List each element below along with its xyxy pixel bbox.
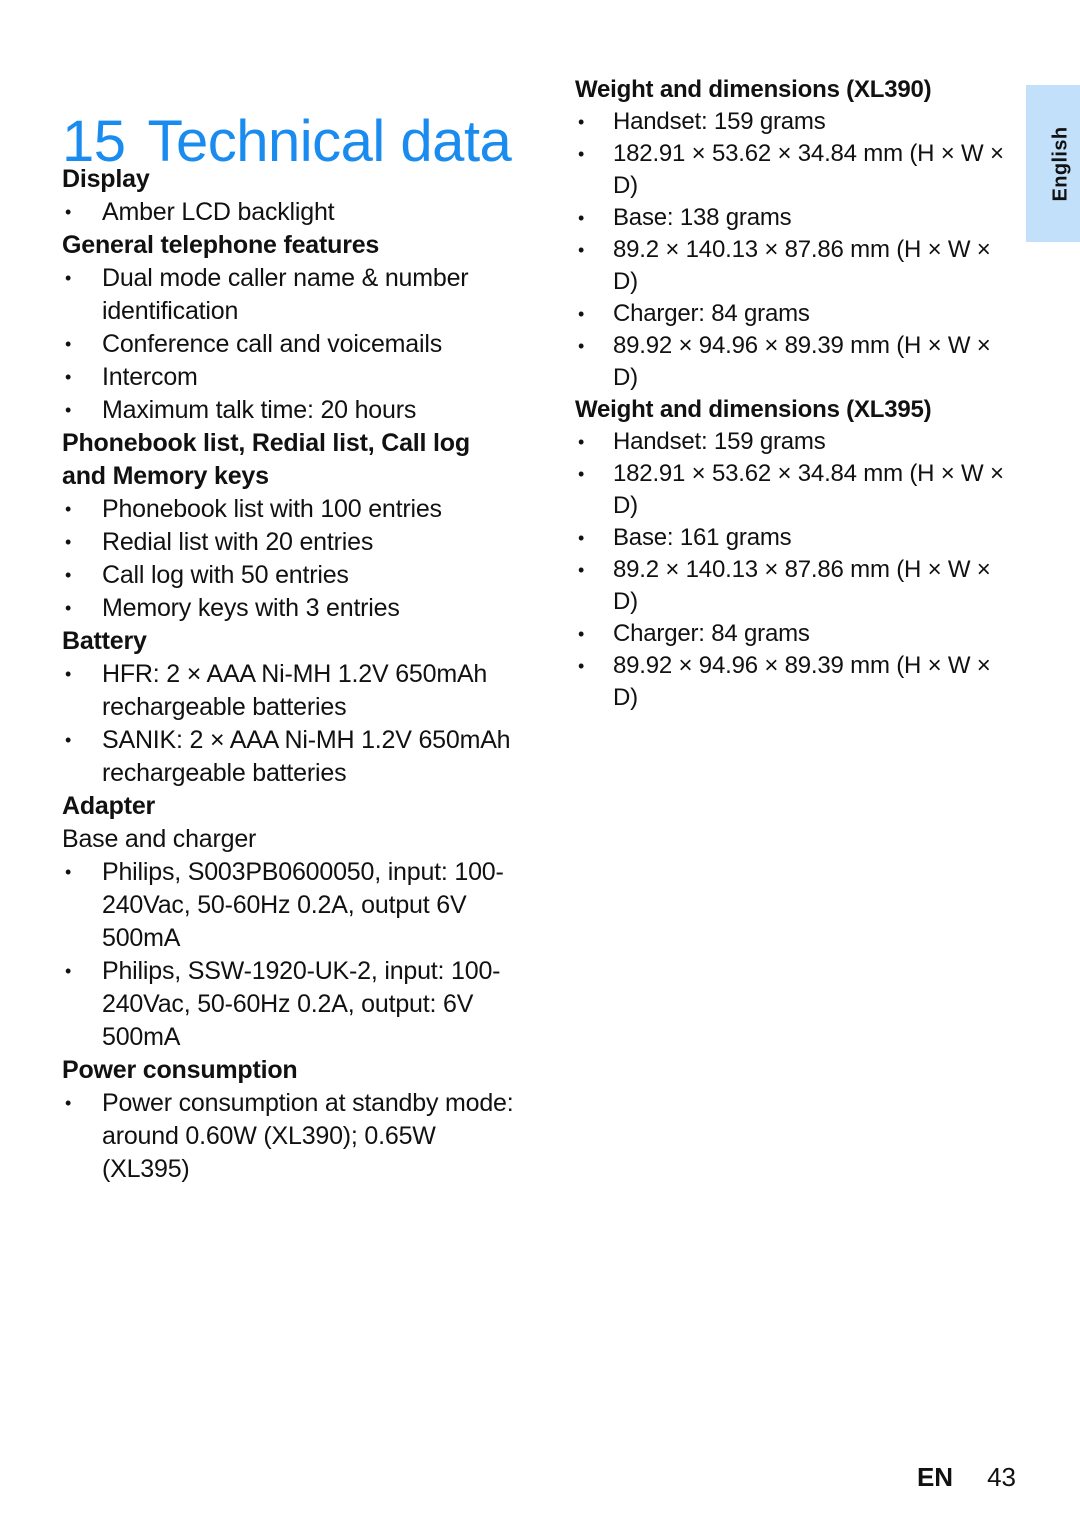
section-list: Power consumption at standby mode: aroun… — [62, 1087, 514, 1186]
section-display: Display Amber LCD backlight — [62, 163, 514, 229]
section-heading: General telephone features — [62, 231, 380, 259]
language-side-tab: English — [1026, 85, 1080, 242]
section-heading: Adapter — [62, 792, 156, 820]
list-item: Base: 138 grams — [575, 202, 1015, 234]
list-item: Phonebook list with 100 entries — [62, 493, 514, 526]
list-item: HFR: 2 × AAA Ni-MH 1.2V 650mAh rechargea… — [62, 658, 514, 724]
section-subheading: Base and charger — [62, 825, 257, 853]
list-item: SANIK: 2 × AAA Ni-MH 1.2V 650mAh recharg… — [62, 724, 514, 790]
list-item: Philips, S003PB0600050, input: 100-240Va… — [62, 856, 514, 955]
list-item: Conference call and voicemails — [62, 328, 514, 361]
list-item: Charger: 84 grams — [575, 298, 1015, 330]
footer-page-number: 43 — [987, 1462, 1016, 1492]
section-general-features: General telephone features Dual mode cal… — [62, 229, 514, 427]
section-adapter: Adapter Base and charger Philips, S003PB… — [62, 790, 514, 1054]
list-item: Memory keys with 3 entries — [62, 592, 514, 625]
section-heading: Power consumption — [62, 1056, 298, 1084]
section-power-consumption: Power consumption Power consumption at s… — [62, 1054, 514, 1186]
right-column: Weight and dimensions (XL390) Handset: 1… — [575, 74, 1015, 714]
list-item: Handset: 159 grams — [575, 426, 1015, 458]
list-item: 89.92 × 94.96 × 89.39 mm (H × W × D) — [575, 330, 1015, 394]
section-heading: Phonebook list, Redial list, Call log an… — [62, 429, 470, 490]
list-item: Power consumption at standby mode: aroun… — [62, 1087, 514, 1186]
section-list: Amber LCD backlight — [62, 196, 514, 229]
section-list: Handset: 159 grams 182.91 × 53.62 × 34.8… — [575, 426, 1015, 714]
section-weight-dimensions-xl395: Weight and dimensions (XL395) Handset: 1… — [575, 394, 1015, 714]
section-list: Dual mode caller name & number identific… — [62, 262, 514, 427]
section-list: Handset: 159 grams 182.91 × 53.62 × 34.8… — [575, 106, 1015, 394]
manual-page: English 15Technical data Display Amber L… — [0, 0, 1080, 1527]
section-weight-dimensions-xl390: Weight and dimensions (XL390) Handset: 1… — [575, 74, 1015, 394]
list-item: Redial list with 20 entries — [62, 526, 514, 559]
page-footer: EN 43 — [0, 1462, 1016, 1492]
list-item: Dual mode caller name & number identific… — [62, 262, 514, 328]
footer-language-code: EN — [916, 1462, 954, 1492]
list-item: Base: 161 grams — [575, 522, 1015, 554]
section-heading: Display — [62, 165, 150, 193]
list-item: 89.2 × 140.13 × 87.86 mm (H × W × D) — [575, 234, 1015, 298]
language-side-tab-label: English — [1049, 125, 1072, 202]
list-item: Call log with 50 entries — [62, 559, 514, 592]
list-item: Intercom — [62, 361, 514, 394]
section-list: Philips, S003PB0600050, input: 100-240Va… — [62, 856, 514, 1054]
section-heading: Weight and dimensions (XL395) — [575, 396, 932, 423]
list-item: Amber LCD backlight — [62, 196, 514, 229]
list-item: 89.2 × 140.13 × 87.86 mm (H × W × D) — [575, 554, 1015, 618]
list-item: 182.91 × 53.62 × 34.84 mm (H × W × D) — [575, 458, 1015, 522]
section-list: HFR: 2 × AAA Ni-MH 1.2V 650mAh rechargea… — [62, 658, 514, 790]
list-item: 89.92 × 94.96 × 89.39 mm (H × W × D) — [575, 650, 1015, 714]
section-list: Phonebook list with 100 entries Redial l… — [62, 493, 514, 625]
section-lists-and-keys: Phonebook list, Redial list, Call log an… — [62, 427, 514, 625]
section-heading: Weight and dimensions (XL390) — [575, 76, 932, 103]
left-column: Display Amber LCD backlight General tele… — [62, 163, 514, 1186]
section-heading: Battery — [62, 627, 147, 655]
list-item: Handset: 159 grams — [575, 106, 1015, 138]
list-item: Maximum talk time: 20 hours — [62, 394, 514, 427]
list-item: Charger: 84 grams — [575, 618, 1015, 650]
list-item: 182.91 × 53.62 × 34.84 mm (H × W × D) — [575, 138, 1015, 202]
list-item: Philips, SSW-1920-UK-2, input: 100-240Va… — [62, 955, 514, 1054]
section-battery: Battery HFR: 2 × AAA Ni-MH 1.2V 650mAh r… — [62, 625, 514, 790]
